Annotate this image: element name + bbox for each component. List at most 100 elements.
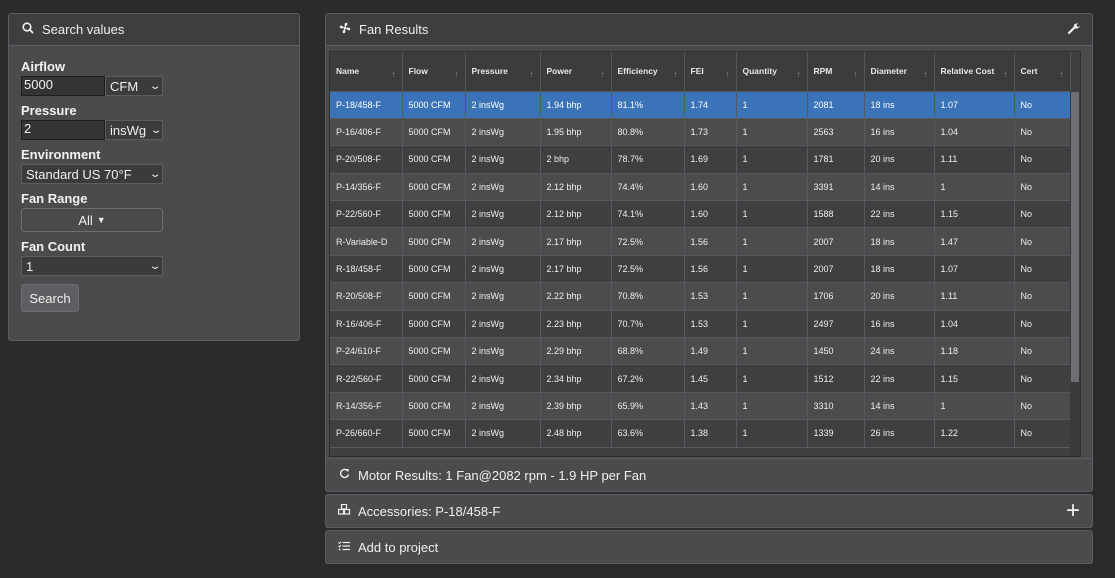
add-to-project-label: Add to project <box>358 539 439 555</box>
table-cell: 2 insWg <box>465 392 541 421</box>
sort-arrow-icon[interactable]: ↑ <box>392 69 396 80</box>
pressure-input[interactable]: 2 <box>21 120 105 140</box>
table-row[interactable]: R-22/560-F 5000 CFM 2 insWg 2.34 bhp 67.2% 1.… <box>330 364 1071 393</box>
table-cell: 16 ins <box>864 310 935 339</box>
wrench-icon[interactable] <box>1067 22 1080 38</box>
table-cell: 1 <box>736 337 808 366</box>
table-cell: No <box>1014 118 1071 147</box>
column-header[interactable]: Power ↑ <box>540 52 612 92</box>
table-cell: 20 ins <box>864 282 935 311</box>
sort-arrow-icon[interactable]: ↑ <box>1060 69 1064 80</box>
column-header[interactable]: Diameter ↑ <box>864 52 935 92</box>
column-header[interactable]: Relative Cost ↑ <box>934 52 1015 92</box>
table-cell: 1.53 <box>684 310 737 339</box>
table-cell: 1 <box>736 310 808 339</box>
table-row[interactable]: R-16/406-F 5000 CFM 2 insWg 2.23 bhp 70.7% 1.… <box>330 310 1071 339</box>
table-cell: 1 <box>736 200 808 229</box>
table-cell: 2.12 bhp <box>540 173 612 202</box>
motor-results-bar[interactable]: Motor Results: 1 Fan@2082 rpm - 1.9 HP p… <box>325 458 1093 492</box>
column-header[interactable]: FEI ↑ <box>684 52 737 92</box>
sort-arrow-icon[interactable]: ↑ <box>854 69 858 80</box>
table-cell: 1 <box>736 392 808 421</box>
table-cell: 1 <box>736 227 808 256</box>
table-row[interactable]: R-18/458-F 5000 CFM 2 insWg 2.17 bhp 72.5% 1.… <box>330 255 1071 284</box>
table-cell: 1 <box>934 392 1015 421</box>
sort-arrow-icon[interactable]: ↑ <box>924 69 928 80</box>
table-row[interactable]: P-20/508-F 5000 CFM 2 insWg 2 bhp 78.7% 1.69 1… <box>330 145 1071 174</box>
table-row[interactable]: P-16/406-F 5000 CFM 2 insWg 1.95 bhp 80.8% 1.… <box>330 118 1071 147</box>
table-row[interactable]: R-20/508-F 5000 CFM 2 insWg 2.22 bhp 70.8% 1.… <box>330 282 1071 311</box>
table-cell: 1588 <box>807 200 865 229</box>
table-cell: R-16/406-F <box>330 310 403 339</box>
column-header-label: Name <box>336 65 360 76</box>
airflow-unit-select[interactable]: CFM ⌄ <box>105 76 163 96</box>
column-header[interactable]: Cert ↑ <box>1014 52 1071 92</box>
caret-down-icon: ▼ <box>96 215 106 225</box>
refresh-icon <box>338 468 350 482</box>
column-header[interactable]: Quantity ↑ <box>736 52 808 92</box>
table-cell: 26 ins <box>864 419 935 448</box>
table-row[interactable]: R-14/356-F 5000 CFM 2 insWg 2.39 bhp 65.9% 1.… <box>330 392 1071 421</box>
table-cell: No <box>1014 145 1071 174</box>
plus-icon[interactable]: + <box>1066 499 1080 523</box>
table-row[interactable]: P-14/356-F 5000 CFM 2 insWg 2.12 bhp 74.4% 1.… <box>330 173 1071 202</box>
sort-arrow-icon[interactable]: ↑ <box>674 69 678 80</box>
table-scrollbar-thumb[interactable] <box>1071 92 1079 382</box>
table-cell: 72.5% <box>611 227 685 256</box>
sort-arrow-icon[interactable]: ↑ <box>797 69 801 80</box>
chevron-down-icon: ⌄ <box>148 80 162 92</box>
table-row[interactable]: P-18/458-F 5000 CFM 2 insWg 1.94 bhp 81.1% 1.… <box>330 91 1071 119</box>
table-cell: R-22/560-F <box>330 364 403 393</box>
table-cell: 65.9% <box>611 392 685 421</box>
table-cell: 1.43 <box>684 392 737 421</box>
table-cell: 1.56 <box>684 227 737 256</box>
column-header-label: Power <box>546 65 573 76</box>
fan-icon <box>338 22 352 37</box>
sort-arrow-icon[interactable]: ↑ <box>726 69 730 80</box>
table-cell: 18 ins <box>864 91 935 119</box>
table-cell: 2 insWg <box>465 145 541 174</box>
table-cell: 1.15 <box>934 364 1015 393</box>
table-cell: 67.2% <box>611 364 685 393</box>
table-cell: R-Variable-D <box>330 227 403 256</box>
fan-range-dropdown[interactable]: All ▼ <box>21 208 163 232</box>
table-cell: 80.8% <box>611 118 685 147</box>
fan-count-select[interactable]: 1 ⌄ <box>21 256 163 276</box>
sort-arrow-icon[interactable]: ↑ <box>601 69 605 80</box>
table-cell: 1.95 bhp <box>540 118 612 147</box>
table-cell: 74.1% <box>611 200 685 229</box>
column-header[interactable]: RPM ↑ <box>807 52 865 92</box>
environment-select[interactable]: Standard US 70°F ⌄ <box>21 164 163 184</box>
column-header[interactable]: Flow ↑ <box>402 52 466 92</box>
sort-arrow-icon[interactable]: ↑ <box>455 69 459 80</box>
table-row[interactable]: P-24/610-F 5000 CFM 2 insWg 2.29 bhp 68.8% 1.… <box>330 337 1071 366</box>
table-cell: 22 ins <box>864 200 935 229</box>
table-cell: 1.69 <box>684 145 737 174</box>
column-header[interactable]: Efficiency ↑ <box>611 52 685 92</box>
table-cell: 1.73 <box>684 118 737 147</box>
task-list-icon <box>338 540 350 554</box>
table-cell: 1.15 <box>934 200 1015 229</box>
add-to-project-bar[interactable]: Add to project <box>325 530 1093 564</box>
sort-arrow-icon[interactable]: ↑ <box>1004 69 1008 80</box>
table-cell: 2 insWg <box>465 91 541 119</box>
table-cell: 2007 <box>807 227 865 256</box>
table-cell: No <box>1014 310 1071 339</box>
table-cell: No <box>1014 282 1071 311</box>
table-cell: 2.39 bhp <box>540 392 612 421</box>
search-button[interactable]: Search <box>21 284 79 312</box>
airflow-input[interactable]: 5000 <box>21 76 105 96</box>
pressure-unit-select[interactable]: insWg ⌄ <box>105 120 163 140</box>
table-cell: 63.6% <box>611 419 685 448</box>
table-row[interactable]: P-26/660-F 5000 CFM 2 insWg 2.48 bhp 63.6% 1.… <box>330 419 1071 448</box>
table-cell: 5000 CFM <box>402 255 466 284</box>
column-header[interactable]: Pressure ↑ <box>465 52 541 92</box>
sort-arrow-icon[interactable]: ↑ <box>530 69 534 80</box>
accessories-bar[interactable]: Accessories: P-18/458-F + <box>325 494 1093 528</box>
column-header-label: Relative Cost <box>940 65 995 76</box>
table-cell: 1.53 <box>684 282 737 311</box>
column-header[interactable]: Name ↑ <box>330 52 403 92</box>
table-row[interactable]: P-22/560-F 5000 CFM 2 insWg 2.12 bhp 74.1% 1.… <box>330 200 1071 229</box>
column-header-label: Pressure <box>471 65 508 76</box>
table-row[interactable]: R-Variable-D 5000 CFM 2 insWg 2.17 bhp 72.5%… <box>330 227 1071 256</box>
